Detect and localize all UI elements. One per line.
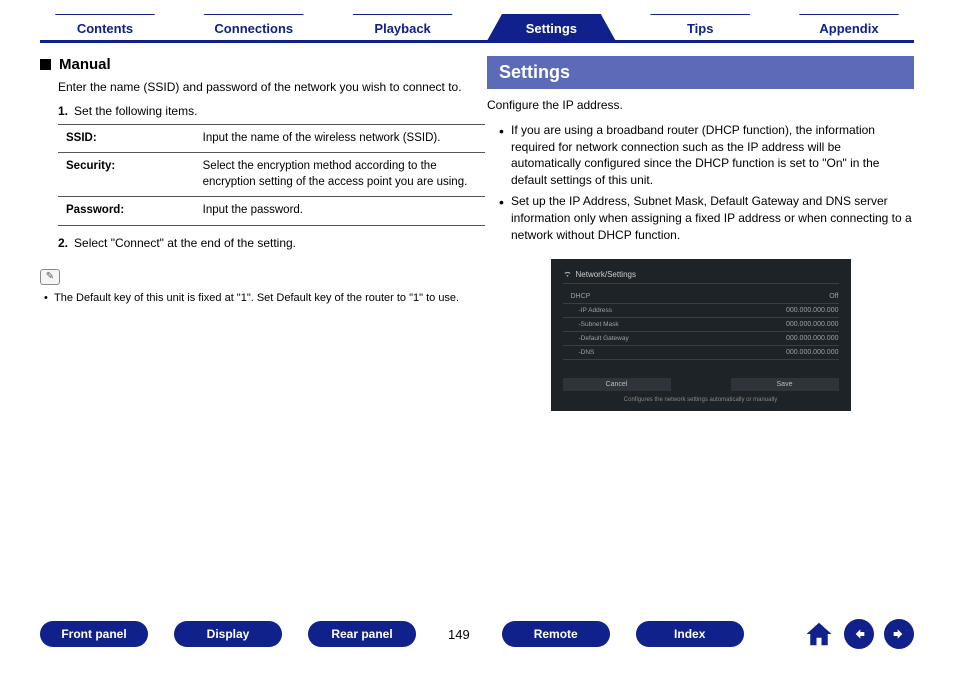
- tab-appendix[interactable]: Appendix: [784, 14, 914, 42]
- pencil-note-icon: ✎: [40, 269, 60, 285]
- osd-subnet-value: 000.000.000.000: [786, 321, 839, 328]
- top-tab-bar: Contents Connections Playback Settings T…: [0, 0, 954, 42]
- manual-heading-text: Manual: [59, 56, 111, 73]
- tab-connections[interactable]: Connections: [189, 14, 319, 42]
- osd-ip-label: -IP Address: [563, 307, 612, 314]
- osd-title: Network/Settings: [563, 269, 839, 284]
- osd-save-button: Save: [731, 378, 839, 391]
- osd-ip-value: 000.000.000.000: [786, 307, 839, 314]
- osd-row-ip: -IP Address 000.000.000.000: [563, 304, 839, 318]
- step-1: 1.Set the following items.: [58, 104, 467, 118]
- manual-heading: Manual: [40, 56, 467, 73]
- osd-screenshot: Network/Settings DHCP Off -IP Address 00…: [551, 259, 851, 411]
- tab-contents[interactable]: Contents: [40, 14, 170, 42]
- ssid-label: SSID:: [58, 124, 195, 153]
- osd-row-subnet: -Subnet Mask 000.000.000.000: [563, 318, 839, 332]
- osd-row-gateway: -Default Gateway 000.000.000.000: [563, 332, 839, 346]
- manual-intro: Enter the name (SSID) and password of th…: [58, 79, 467, 96]
- security-desc: Select the encryption method according t…: [195, 153, 485, 197]
- osd-dhcp-label: DHCP: [563, 293, 591, 300]
- table-row: Security: Select the encryption method a…: [58, 153, 485, 197]
- wifi-icon: [563, 269, 572, 280]
- left-column: Manual Enter the name (SSID) and passwor…: [40, 56, 467, 411]
- prev-page-icon[interactable]: [844, 619, 874, 649]
- password-label: Password:: [58, 197, 195, 226]
- table-row: Password: Input the password.: [58, 197, 485, 226]
- rear-panel-button[interactable]: Rear panel: [308, 621, 416, 647]
- osd-dns-label: -DNS: [563, 349, 595, 356]
- front-panel-button[interactable]: Front panel: [40, 621, 148, 647]
- osd-dns-value: 000.000.000.000: [786, 349, 839, 356]
- page-number: 149: [448, 627, 470, 642]
- settings-intro: Configure the IP address.: [487, 97, 914, 114]
- note-text: The Default key of this unit is fixed at…: [44, 291, 467, 306]
- security-label: Security:: [58, 153, 195, 197]
- settings-heading: Settings: [487, 56, 914, 89]
- note-box: ✎ The Default key of this unit is fixed …: [40, 268, 467, 306]
- settings-bullet-1: If you are using a broadband router (DHC…: [499, 122, 914, 189]
- settings-table: SSID: Input the name of the wireless net…: [58, 124, 485, 226]
- remote-button[interactable]: Remote: [502, 621, 610, 647]
- bottom-nav: Front panel Display Rear panel 149 Remot…: [40, 619, 914, 649]
- tab-playback[interactable]: Playback: [338, 14, 468, 42]
- osd-gateway-label: -Default Gateway: [563, 335, 629, 342]
- osd-row-dhcp: DHCP Off: [563, 290, 839, 304]
- tab-tips[interactable]: Tips: [635, 14, 765, 42]
- osd-subnet-label: -Subnet Mask: [563, 321, 619, 328]
- index-button[interactable]: Index: [636, 621, 744, 647]
- settings-bullet-2: Set up the IP Address, Subnet Mask, Defa…: [499, 193, 914, 243]
- nav-icons: [804, 619, 914, 649]
- password-desc: Input the password.: [195, 197, 485, 226]
- tab-settings[interactable]: Settings: [486, 14, 616, 42]
- next-page-icon[interactable]: [884, 619, 914, 649]
- step-2-text: Select "Connect" at the end of the setti…: [74, 236, 296, 250]
- osd-dhcp-value: Off: [829, 293, 838, 300]
- main-content: Manual Enter the name (SSID) and passwor…: [0, 42, 954, 411]
- home-icon[interactable]: [804, 619, 834, 649]
- osd-cancel-button: Cancel: [563, 378, 671, 391]
- osd-row-dns: -DNS 000.000.000.000: [563, 346, 839, 360]
- display-button[interactable]: Display: [174, 621, 282, 647]
- right-column: Settings Configure the IP address. If yo…: [487, 56, 914, 411]
- osd-buttons: Cancel Save: [563, 378, 839, 391]
- table-row: SSID: Input the name of the wireless net…: [58, 124, 485, 153]
- osd-footer: Configures the network settings automati…: [563, 397, 839, 403]
- step-1-text: Set the following items.: [74, 104, 197, 118]
- osd-gateway-value: 000.000.000.000: [786, 335, 839, 342]
- square-bullet-icon: [40, 59, 51, 70]
- osd-title-text: Network/Settings: [576, 270, 636, 279]
- ssid-desc: Input the name of the wireless network (…: [195, 124, 485, 153]
- step-2: 2.Select "Connect" at the end of the set…: [58, 236, 467, 250]
